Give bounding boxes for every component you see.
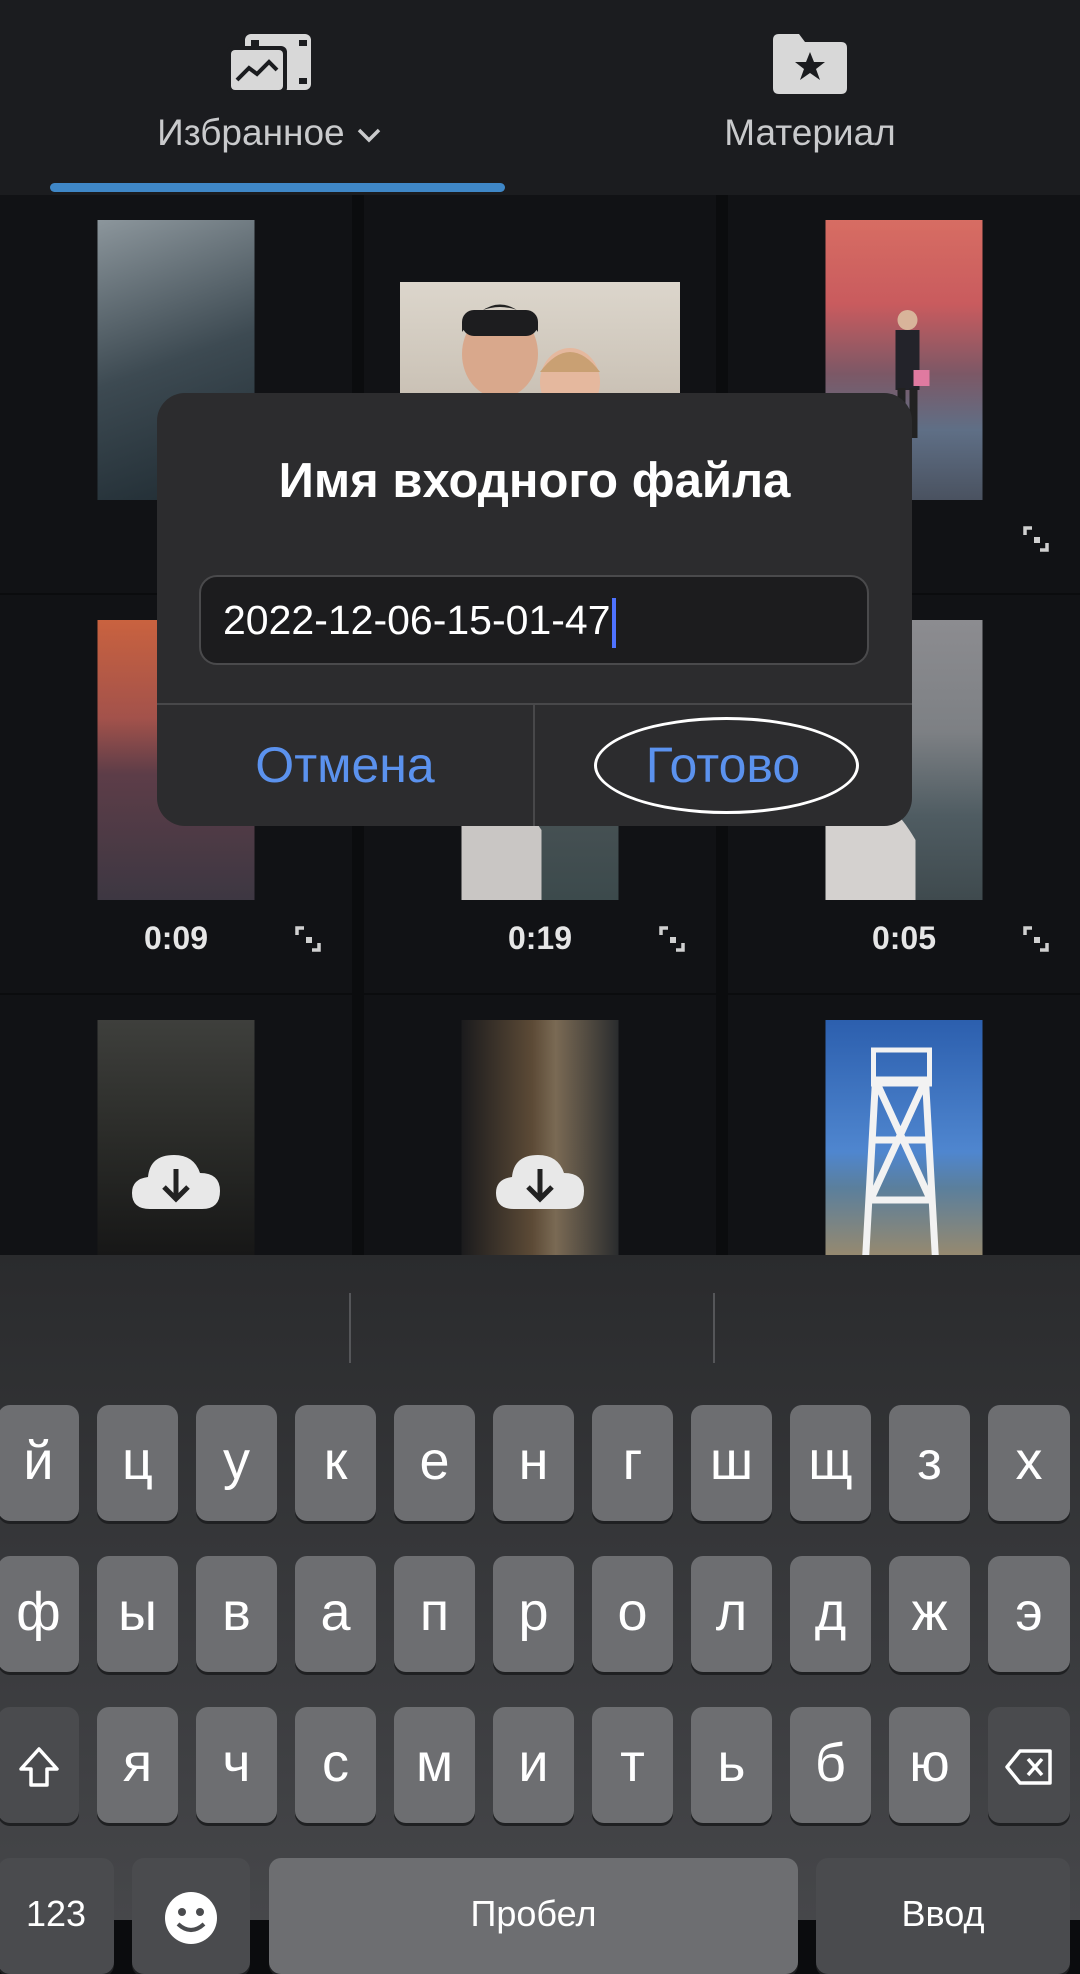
key[interactable]: й	[0, 1405, 79, 1521]
emoji-icon	[163, 1884, 219, 1944]
key[interactable]: т	[592, 1707, 673, 1823]
filename-input[interactable]: 2022-12-06-15-01-47	[199, 575, 869, 665]
key[interactable]: д	[790, 1556, 871, 1672]
rename-dialog: Имя входного файла 2022-12-06-15-01-47 О…	[157, 393, 912, 826]
emoji-key[interactable]	[132, 1858, 250, 1974]
key[interactable]: к	[295, 1405, 376, 1521]
key[interactable]: а	[295, 1556, 376, 1672]
numbers-key[interactable]: 123	[0, 1858, 114, 1974]
shift-key[interactable]	[0, 1707, 79, 1823]
key[interactable]: в	[196, 1556, 277, 1672]
tab-favorites-label: Избранное	[0, 112, 540, 154]
backspace-icon	[1004, 1733, 1054, 1793]
return-key[interactable]: Ввод	[816, 1858, 1070, 1974]
thumbnail-doorway	[461, 1020, 619, 1260]
cloud-download-icon[interactable]	[130, 1147, 222, 1211]
key[interactable]: б	[790, 1707, 871, 1823]
key[interactable]: ю	[889, 1707, 970, 1823]
key[interactable]: у	[196, 1405, 277, 1521]
suggestion-divider	[349, 1293, 351, 1363]
expand-icon[interactable]	[658, 925, 686, 953]
thumbnail-beach-feet	[97, 1020, 255, 1260]
tab-bar: Избранное Материал	[0, 0, 1080, 195]
starred-folder-icon	[771, 32, 849, 101]
key[interactable]: ы	[97, 1556, 178, 1672]
key[interactable]: р	[493, 1556, 574, 1672]
keyboard: й ц у к е н г ш щ з х ф ы в а п р о л д …	[0, 1255, 1080, 1974]
done-button-highlight	[594, 717, 859, 814]
shift-icon	[17, 1733, 61, 1793]
expand-icon[interactable]	[1022, 925, 1050, 953]
key[interactable]: и	[493, 1707, 574, 1823]
key[interactable]: ц	[97, 1405, 178, 1521]
key[interactable]: г	[592, 1405, 673, 1521]
key[interactable]: ж	[889, 1556, 970, 1672]
key[interactable]: х	[988, 1405, 1070, 1521]
key[interactable]: щ	[790, 1405, 871, 1521]
thumbnail-lifeguard-tower	[825, 1020, 983, 1260]
media-item[interactable]	[728, 995, 1080, 1260]
chevron-down-icon	[355, 112, 383, 153]
key[interactable]: я	[97, 1707, 178, 1823]
key[interactable]: н	[493, 1405, 574, 1521]
key[interactable]: л	[691, 1556, 772, 1672]
tab-material[interactable]: Материал	[540, 0, 1080, 195]
backspace-key[interactable]	[988, 1707, 1070, 1823]
cancel-button[interactable]: Отмена	[157, 705, 533, 826]
key[interactable]: ь	[691, 1707, 772, 1823]
tab-material-label: Материал	[724, 112, 896, 153]
space-key[interactable]: Пробел	[269, 1858, 798, 1974]
media-item[interactable]	[364, 995, 716, 1260]
media-item[interactable]	[0, 995, 352, 1260]
expand-icon[interactable]	[1022, 525, 1050, 553]
tab-favorites[interactable]: Избранное	[0, 0, 540, 195]
expand-icon[interactable]	[294, 925, 322, 953]
key[interactable]: з	[889, 1405, 970, 1521]
media-library-icon	[225, 32, 315, 101]
key[interactable]: о	[592, 1556, 673, 1672]
cloud-download-icon[interactable]	[494, 1147, 586, 1211]
key[interactable]: ф	[0, 1556, 79, 1672]
dialog-title: Имя входного файла	[278, 454, 791, 508]
suggestion-divider	[713, 1293, 715, 1363]
key[interactable]: э	[988, 1556, 1070, 1672]
active-tab-indicator	[50, 183, 505, 192]
key[interactable]: ш	[691, 1405, 772, 1521]
key[interactable]: м	[394, 1707, 475, 1823]
key[interactable]: е	[394, 1405, 475, 1521]
key[interactable]: п	[394, 1556, 475, 1672]
key[interactable]: ч	[196, 1707, 277, 1823]
filename-input-value: 2022-12-06-15-01-47	[223, 597, 611, 643]
text-caret	[611, 598, 616, 649]
key[interactable]: с	[295, 1707, 376, 1823]
